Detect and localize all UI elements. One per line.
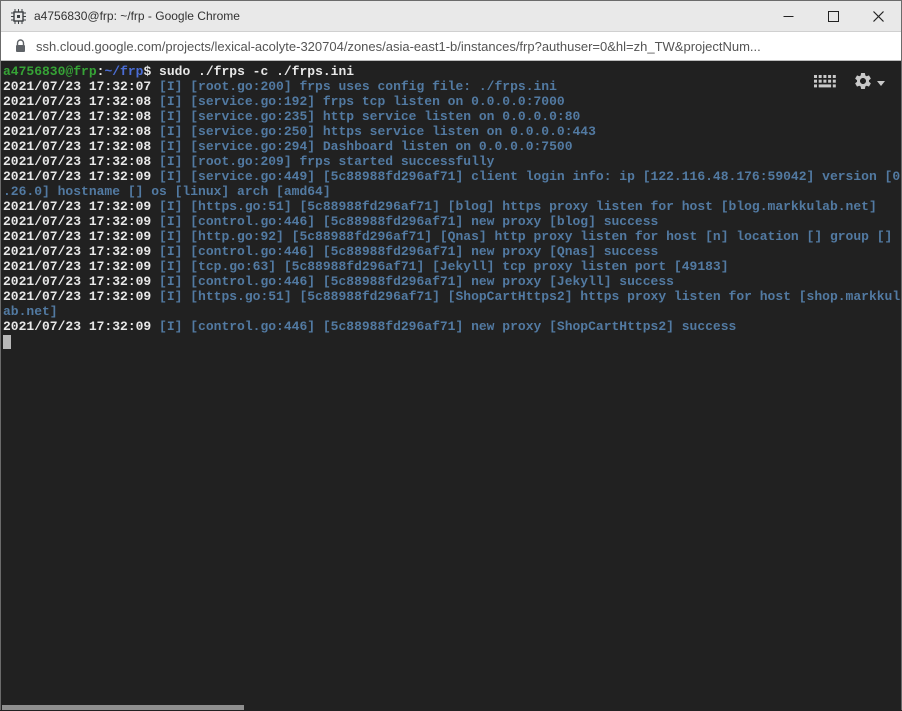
gear-icon [853, 71, 873, 96]
close-icon [873, 11, 884, 22]
terminal-line: 2021/07/23 17:32:08 [I] [service.go:192]… [3, 94, 901, 109]
terminal-line: 2021/07/23 17:32:09 [I] [control.go:446]… [3, 274, 901, 289]
terminal-line: 2021/07/23 17:32:09 [I] [http.go:92] [5c… [3, 229, 901, 244]
keyboard-button[interactable] [813, 74, 837, 94]
maximize-button[interactable] [811, 1, 856, 31]
chip-icon [11, 9, 26, 24]
terminal-line: 2021/07/23 17:32:09 [I] [control.go:446]… [3, 244, 901, 259]
settings-button[interactable] [853, 71, 885, 96]
terminal-line: 2021/07/23 17:32:09 [I] [https.go:51] [5… [3, 289, 901, 304]
terminal-line: 2021/07/23 17:32:08 [I] [service.go:235]… [3, 109, 901, 124]
title-bar: a4756830@frp: ~/frp - Google Chrome [1, 1, 901, 32]
terminal-line: 2021/07/23 17:32:08 [I] [root.go:209] fr… [3, 154, 901, 169]
keyboard-icon [813, 74, 837, 94]
terminal-output: a4756830@frp:~/frp$ sudo ./frps -c ./frp… [3, 64, 901, 334]
terminal-line: 2021/07/23 17:32:09 [I] [control.go:446]… [3, 214, 901, 229]
terminal-line: ab.net] [3, 304, 901, 319]
window-title: a4756830@frp: ~/frp - Google Chrome [34, 9, 766, 23]
maximize-icon [828, 11, 839, 22]
horizontal-scrollbar-thumb[interactable] [2, 705, 244, 710]
address-bar[interactable]: ssh.cloud.google.com/projects/lexical-ac… [1, 32, 901, 61]
terminal-line: 2021/07/23 17:32:07 [I] [root.go:200] fr… [3, 79, 901, 94]
url-text[interactable]: ssh.cloud.google.com/projects/lexical-ac… [36, 39, 761, 54]
terminal-line: 2021/07/23 17:32:09 [I] [tcp.go:63] [5c8… [3, 259, 901, 274]
minimize-button[interactable] [766, 1, 811, 31]
ssh-terminal[interactable]: a4756830@frp:~/frp$ sudo ./frps -c ./frp… [1, 61, 901, 711]
terminal-line: 2021/07/23 17:32:09 [I] [https.go:51] [5… [3, 199, 901, 214]
terminal-cursor [3, 335, 11, 349]
terminal-line: 2021/07/23 17:32:09 [I] [control.go:446]… [3, 319, 901, 334]
browser-window: a4756830@frp: ~/frp - Google Chrome [0, 0, 902, 710]
chevron-down-icon [877, 81, 885, 86]
terminal-line: a4756830@frp:~/frp$ sudo ./frps -c ./frp… [3, 64, 901, 79]
terminal-line: 2021/07/23 17:32:09 [I] [service.go:449]… [3, 169, 901, 184]
terminal-line: .26.0] hostname [] os [linux] arch [amd6… [3, 184, 901, 199]
close-button[interactable] [856, 1, 901, 31]
lock-icon[interactable] [15, 39, 26, 53]
minimize-icon [783, 11, 794, 22]
terminal-line: 2021/07/23 17:32:08 [I] [service.go:294]… [3, 139, 901, 154]
terminal-toolbar [813, 71, 885, 96]
terminal-line: 2021/07/23 17:32:08 [I] [service.go:250]… [3, 124, 901, 139]
